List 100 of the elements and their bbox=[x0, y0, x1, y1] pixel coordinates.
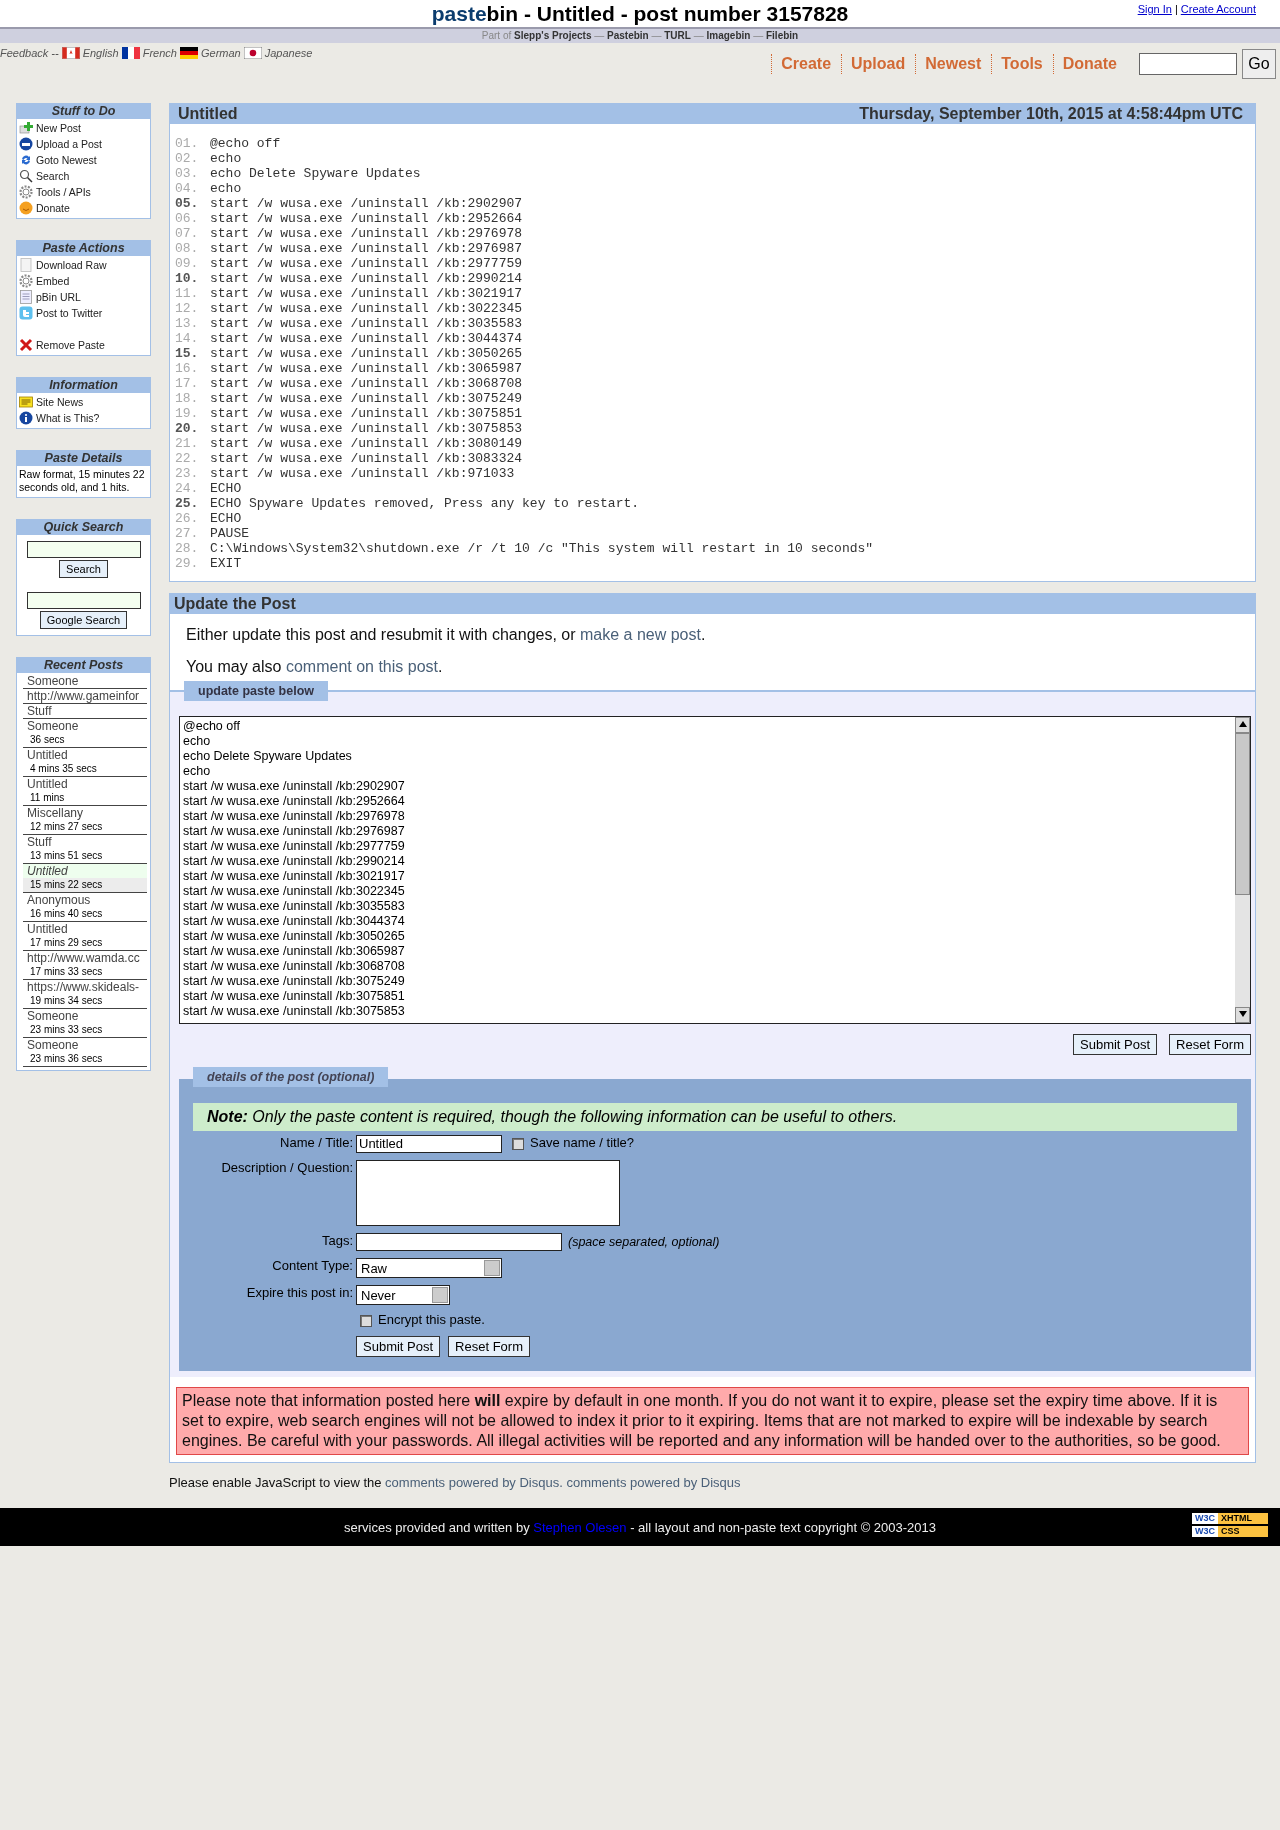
google-search-button[interactable]: Google Search bbox=[39, 611, 128, 629]
new-post-link[interactable]: make a new post bbox=[580, 626, 701, 643]
line-number: 24. bbox=[175, 481, 200, 496]
search-field[interactable] bbox=[1139, 53, 1237, 75]
line-number: 03. bbox=[175, 166, 200, 181]
separator-text: -- bbox=[51, 47, 59, 59]
sidebar-link[interactable]: New Post bbox=[36, 122, 81, 134]
panel-heading: Paste Actions bbox=[17, 241, 150, 256]
sidebar-icon bbox=[19, 121, 33, 135]
form-button[interactable]: Submit Post bbox=[356, 1336, 441, 1357]
recent-post-item[interactable]: Someone bbox=[23, 674, 147, 689]
line-number: 06. bbox=[175, 211, 200, 226]
code-line: start /w wusa.exe /uninstall /kb:2990214 bbox=[210, 271, 523, 286]
create-account-link[interactable]: Create Account bbox=[1180, 3, 1256, 15]
line-number: 08. bbox=[175, 241, 200, 256]
feedback-link[interactable]: Feedback bbox=[0, 47, 49, 59]
recent-post-item[interactable]: Someone 23 mins 33 secs bbox=[23, 1009, 147, 1038]
go-button[interactable]: Go bbox=[1242, 49, 1276, 79]
sidebar-link[interactable]: Goto Newest bbox=[36, 154, 97, 166]
recent-post-item[interactable]: Someone 36 secs bbox=[23, 719, 147, 748]
paste-field[interactable]: @echo off echo echo Delete Spyware Updates echo start /w wusa.exe /uninstall /kb:2902907 start /w wusa.exe /uninstall /kb:2952664 start /w wusa.exe /uninstall /kb:2976978 start /w wusa.exe /uninstall /kb:2976987 start /w wusa.exe /uninstall /kb:2977759 start /w wusa.exe /uninstall /kb:2990214 start /w wusa.exe /uninstall /kb:3021917 start /w wusa.exe /uninstall /kb:3022345 start /w wusa.exe /uninstall /kb:3035583 start /w wusa.exe /uninstall /kb:3044374 start /w wusa.exe /uninstall /kb:3050265 start /w wusa.exe /uninstall /kb:3065987 start /w wusa.exe /uninstall /kb:3068708 start /w wusa.exe /uninstall /kb:3075249 start /w wusa.exe /uninstall /kb:3075851 start /w wusa.exe /uninstall /kb:3075853 bbox=[179, 716, 1251, 1024]
form-button[interactable]: Reset Form bbox=[448, 1336, 530, 1357]
recent-post-item[interactable]: Stuff bbox=[23, 704, 147, 719]
recent-post-item[interactable]: Untitled 15 mins 22 secs bbox=[23, 864, 147, 893]
line-number: 12. bbox=[175, 301, 200, 316]
post-title: http://www.wamda.cc bbox=[27, 951, 141, 965]
panel-heading: Quick Search bbox=[17, 520, 150, 535]
post-age: 17 mins 33 secs bbox=[29, 965, 104, 979]
post-age: 23 mins 33 secs bbox=[29, 1023, 104, 1037]
post-age: 13 mins 51 secs bbox=[29, 849, 104, 863]
description-field[interactable] bbox=[356, 1160, 620, 1226]
sidebar-link[interactable]: Donate bbox=[36, 202, 70, 214]
line-number: 01. bbox=[175, 136, 200, 151]
recent-post-item[interactable]: https://www.skideals- 19 mins 34 secs bbox=[23, 980, 147, 1009]
disqus-link[interactable]: comments powered by Disqus. bbox=[385, 1475, 563, 1490]
language-link[interactable]: English bbox=[82, 47, 119, 59]
line-number: 05. bbox=[175, 196, 200, 211]
encrypt-checkbox[interactable] bbox=[360, 1315, 372, 1327]
sidebar-icon bbox=[19, 169, 33, 183]
code-line: start /w wusa.exe /uninstall /kb:3065987 bbox=[210, 361, 523, 376]
search-field[interactable] bbox=[26, 541, 141, 558]
field-label: Name / Title: bbox=[279, 1135, 353, 1152]
scroll-bar[interactable] bbox=[1235, 717, 1250, 1023]
code-line: start /w wusa.exe /uninstall /kb:3075851 bbox=[210, 406, 523, 421]
sidebar-link[interactable]: Search bbox=[36, 170, 70, 182]
post-title: Anonymous bbox=[27, 893, 92, 907]
sidebar-link[interactable]: Post to Twitter bbox=[36, 307, 103, 319]
sidebar-link[interactable]: What is This? bbox=[36, 412, 100, 424]
language-link[interactable]: French bbox=[142, 47, 177, 59]
code-line: start /w wusa.exe /uninstall /kb:3035583 bbox=[210, 316, 523, 331]
footer-text: services provided and written by Stephen Olesen - all layout and non-paste text copyright © 2003-2013 bbox=[343, 1519, 936, 1535]
disqus-link[interactable]: comments powered by Disqus bbox=[566, 1475, 741, 1490]
post-age: 15 mins 22 secs bbox=[29, 878, 104, 892]
form-button[interactable]: Reset Form bbox=[1169, 1034, 1251, 1055]
line-number: 10. bbox=[175, 271, 200, 286]
paste-date: Thursday, September 10th, 2015 at 4:58:44pm UTC bbox=[859, 104, 1243, 124]
sidebar-link[interactable]: Embed bbox=[36, 275, 70, 287]
sidebar-icon bbox=[19, 137, 33, 151]
code-line: start /w wusa.exe /uninstall /kb:2902907 bbox=[210, 196, 523, 211]
sidebar-link[interactable]: pBin URL bbox=[36, 291, 81, 303]
name-field[interactable]: Untitled bbox=[356, 1135, 502, 1153]
code-line: start /w wusa.exe /uninstall /kb:3050265 bbox=[210, 346, 523, 361]
line-number: 25. bbox=[175, 496, 200, 511]
content-type-select[interactable]: Raw bbox=[356, 1258, 502, 1278]
field-label: Expire this post in: bbox=[245, 1285, 353, 1302]
line-number: 19. bbox=[175, 406, 200, 421]
line-number: 17. bbox=[175, 376, 200, 391]
sidebar-icon bbox=[19, 411, 33, 425]
expire-select[interactable]: Never bbox=[356, 1285, 450, 1305]
recent-post-item[interactable]: Anonymous 16 mins 40 secs bbox=[23, 893, 147, 922]
sidebar-link[interactable]: Site News bbox=[36, 396, 84, 408]
sidebar-link[interactable]: Upload a Post bbox=[36, 138, 102, 150]
language-link[interactable]: Japanese bbox=[264, 47, 313, 59]
recent-post-item[interactable]: Miscellany 12 mins 27 secs bbox=[23, 806, 147, 835]
recent-post-item[interactable]: Someone 23 mins 36 secs bbox=[23, 1038, 147, 1067]
comment-link[interactable]: comment on this post bbox=[285, 658, 438, 675]
code-line: start /w wusa.exe /uninstall /kb:2976987 bbox=[210, 241, 523, 256]
field-label: Description / Question: bbox=[220, 1160, 353, 1177]
recent-post-item[interactable]: Untitled 4 mins 35 secs bbox=[23, 748, 147, 777]
tags-field[interactable] bbox=[356, 1233, 562, 1251]
post-title: Untitled bbox=[27, 777, 69, 791]
search-button[interactable]: Search bbox=[59, 560, 108, 578]
sidebar-link[interactable]: Tools / APIs bbox=[36, 186, 91, 198]
line-number: 21. bbox=[175, 436, 200, 451]
save-checkbox[interactable] bbox=[512, 1138, 524, 1150]
language-link[interactable]: German bbox=[200, 47, 241, 59]
post-age: 17 mins 29 secs bbox=[29, 936, 104, 950]
sidebar-link[interactable]: Remove Paste bbox=[36, 339, 105, 351]
code-line: start /w wusa.exe /uninstall /kb:3022345 bbox=[210, 301, 523, 316]
search-field[interactable] bbox=[26, 592, 141, 609]
sidebar-icon bbox=[19, 290, 33, 304]
sign-in-link[interactable]: Sign In bbox=[1137, 3, 1172, 15]
recent-post-item[interactable]: Untitled 11 mins bbox=[23, 777, 147, 806]
line-number: 18. bbox=[175, 391, 200, 406]
form-button[interactable]: Submit Post bbox=[1073, 1034, 1158, 1055]
recent-post-item[interactable]: http://www.wamda.cc 17 mins 33 secs bbox=[23, 951, 147, 980]
post-age: 4 mins 35 secs bbox=[29, 762, 98, 776]
recent-post-item[interactable]: Untitled 17 mins 29 secs bbox=[23, 922, 147, 951]
sidebar-link[interactable]: Download Raw bbox=[36, 259, 107, 271]
post-age: 23 mins 36 secs bbox=[29, 1052, 104, 1066]
